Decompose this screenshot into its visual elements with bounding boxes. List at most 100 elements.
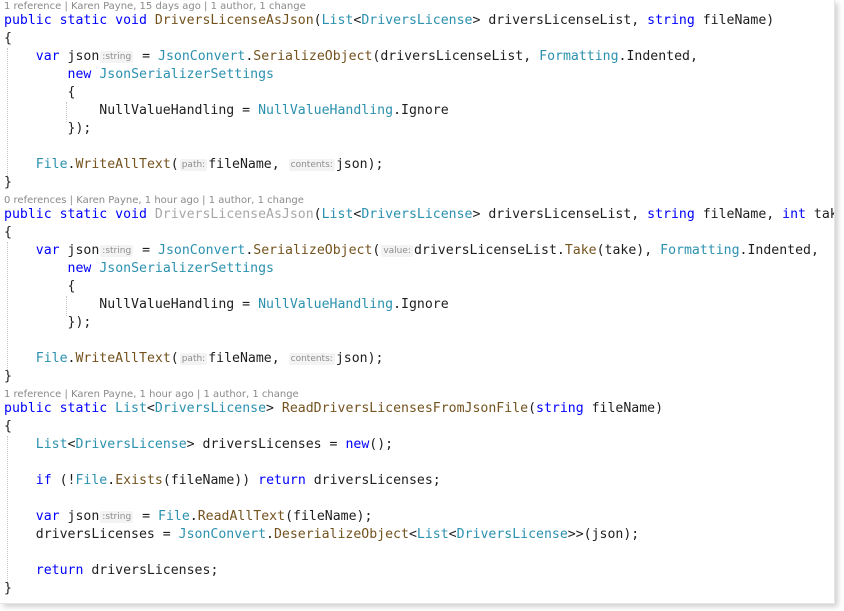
inlay-hint: value: <box>381 245 413 257</box>
code-token: > driversLicenses = <box>186 437 346 452</box>
code-token: var <box>35 243 60 258</box>
code-token: fileName, <box>694 207 783 222</box>
code-line[interactable]: }); <box>4 120 92 138</box>
code-token: } <box>4 175 12 190</box>
code-token: ( <box>170 157 179 172</box>
code-line[interactable]: return driversLicenses; <box>4 562 219 580</box>
code-line[interactable]: NullValueHandling = NullValueHandling.Ig… <box>4 296 448 314</box>
code-token: DriversLicense <box>154 401 267 416</box>
code-token: . <box>266 527 274 542</box>
code-editor[interactable]: 1 reference | Karen Payne, 15 days ago |… <box>0 0 835 604</box>
code-token: .Ignore <box>393 103 449 118</box>
code-token: (! <box>51 473 76 488</box>
code-token: return <box>35 563 84 578</box>
code-token: = <box>134 509 158 524</box>
code-token: ( <box>528 401 537 416</box>
code-token: return <box>258 473 306 488</box>
code-token: ReadDriversLicensesFromJsonFile <box>281 401 529 416</box>
code-token: > driversLicenseList, <box>472 207 648 222</box>
code-token: < <box>146 401 155 416</box>
code-token: new <box>345 437 370 452</box>
code-line[interactable]: { <box>4 418 12 436</box>
code-token: DriversLicense <box>361 13 473 28</box>
code-token: < <box>448 527 457 542</box>
code-token: var <box>35 49 60 64</box>
code-line[interactable]: var json:string = File.ReadAllText(fileN… <box>4 508 373 526</box>
code-line[interactable]: public static void DriversLicenseAsJson(… <box>4 206 834 224</box>
code-token: { <box>4 225 12 240</box>
code-token: int <box>782 207 806 222</box>
code-line[interactable]: File.WriteAllText(path: fileName, content… <box>4 156 384 174</box>
code-token: public static void <box>4 13 155 28</box>
code-line[interactable]: { <box>4 224 12 242</box>
code-token: Take <box>564 243 597 258</box>
code-token: Exists <box>115 473 163 488</box>
code-line[interactable]: if (!File.Exists(fileName)) return drive… <box>4 472 441 490</box>
code-line[interactable]: driversLicenses = JsonConvert.Deserializ… <box>4 526 640 544</box>
code-token: List <box>416 527 449 542</box>
code-line[interactable]: List<DriversLicense> driversLicenses = n… <box>4 436 393 454</box>
code-token: .Indented, <box>618 49 698 64</box>
code-line[interactable]: File.WriteAllText(path: fileName, content… <box>4 350 384 368</box>
code-token: List <box>35 437 68 452</box>
code-token: ( <box>372 243 381 258</box>
code-token: < <box>408 527 417 542</box>
code-token: ( <box>313 13 322 28</box>
code-token: (fileName)) <box>162 473 259 488</box>
code-token: var <box>35 509 60 524</box>
code-token: { <box>4 419 12 434</box>
code-line[interactable]: public static List<DriversLicense> ReadD… <box>4 400 663 418</box>
code-token: ReadAllText <box>197 509 286 524</box>
code-token: ( <box>313 207 322 222</box>
code-token: List <box>115 401 147 416</box>
code-token: >>(json); <box>567 527 640 542</box>
code-line[interactable]: { <box>4 84 76 102</box>
code-token: JsonConvert <box>158 49 246 64</box>
code-line[interactable]: } <box>4 580 12 598</box>
code-token: fileName, <box>208 351 288 366</box>
code-line[interactable]: new JsonSerializerSettings <box>4 66 274 84</box>
code-token: driversLicenses; <box>305 473 441 488</box>
code-token: json); <box>335 157 384 172</box>
code-token: DriversLicense <box>75 437 187 452</box>
code-line[interactable]: { <box>4 30 12 48</box>
code-token: DriversLicenseAsJson <box>154 207 314 222</box>
code-token: (fileName); <box>285 509 373 524</box>
code-token: List <box>321 207 354 222</box>
code-line[interactable]: NullValueHandling = NullValueHandling.Ig… <box>4 102 449 120</box>
code-token: SerializeObject <box>253 243 373 258</box>
code-token: new <box>67 261 92 276</box>
code-token: File <box>35 351 68 366</box>
code-line[interactable]: new JsonSerializerSettings <box>4 260 274 278</box>
code-line[interactable]: var json:string = JsonConvert.SerializeO… <box>4 242 819 260</box>
code-token: json <box>59 49 100 64</box>
code-token: . <box>107 473 116 488</box>
code-line[interactable]: var json:string = JsonConvert.SerializeO… <box>4 48 698 66</box>
code-line[interactable]: } <box>4 368 12 386</box>
code-token: File <box>158 509 190 524</box>
code-token: DriversLicense <box>456 527 568 542</box>
code-token: json <box>59 509 100 524</box>
code-token: JsonSerializerSettings <box>99 67 274 82</box>
code-token: . <box>189 509 198 524</box>
inlay-hint: :string <box>100 511 134 523</box>
code-token: NullValueHandling <box>258 297 394 312</box>
code-token: (); <box>369 437 394 452</box>
code-line[interactable]: { <box>4 278 76 296</box>
code-token: (driversLicenseList, <box>372 49 540 64</box>
code-line[interactable]: } <box>4 174 12 192</box>
code-token: SerializeObject <box>253 49 373 64</box>
inlay-hint: :string <box>100 51 134 63</box>
inlay-hint: path: <box>179 159 208 171</box>
code-token: { <box>4 279 76 294</box>
code-token: if <box>35 473 52 488</box>
code-token: { <box>4 85 76 100</box>
code-token: WriteAllText <box>75 157 171 172</box>
code-line[interactable]: }); <box>4 314 92 332</box>
code-token: }); <box>4 121 92 136</box>
code-line[interactable]: public static void DriversLicenseAsJson(… <box>4 12 774 30</box>
